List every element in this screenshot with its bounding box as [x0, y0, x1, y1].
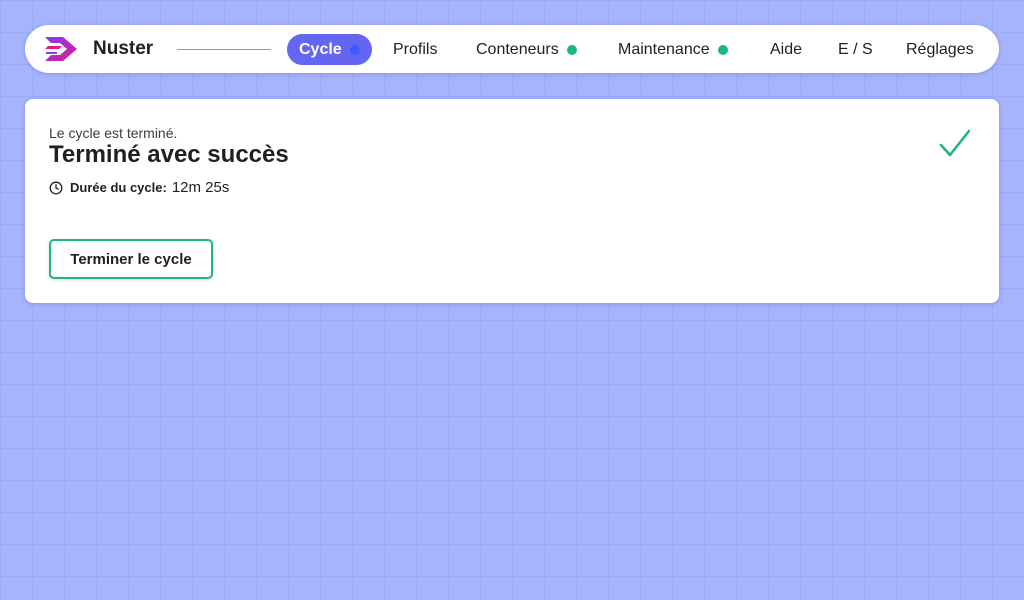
- check-icon: [939, 129, 971, 157]
- status-dot-icon: [566, 44, 577, 55]
- duration-label: Durée du cycle:: [70, 180, 167, 195]
- tab-label: Profils: [393, 40, 438, 58]
- tab-label: Aide: [770, 40, 803, 58]
- cycle-result-card: Le cycle est terminé. Terminé avec succè…: [25, 99, 999, 303]
- tab-label: Conteneurs: [476, 40, 559, 58]
- status-dot-icon: [349, 44, 360, 55]
- tab-profils[interactable]: Profils: [381, 34, 449, 65]
- tab-maintenance[interactable]: Maintenance: [606, 34, 740, 65]
- tab-aide[interactable]: Aide: [758, 34, 814, 65]
- cycle-duration: Durée du cycle: 12m 25s: [49, 179, 229, 196]
- top-nav: Nuster Cycle Profils Conteneurs Maintena…: [25, 25, 999, 73]
- tab-label: Maintenance: [618, 40, 710, 58]
- tab-es[interactable]: E / S: [826, 34, 885, 65]
- finish-cycle-button[interactable]: Terminer le cycle: [49, 239, 213, 279]
- nuster-logo-icon[interactable]: [43, 35, 79, 63]
- tab-reglages[interactable]: Réglages: [894, 34, 986, 65]
- brand-name: Nuster: [93, 38, 154, 59]
- tab-conteneurs[interactable]: Conteneurs: [464, 34, 589, 65]
- brand-divider: [177, 49, 271, 50]
- tab-label: Réglages: [906, 40, 974, 58]
- cycle-subtitle: Le cycle est terminé.: [49, 125, 178, 141]
- tab-label: Cycle: [299, 40, 342, 58]
- tab-cycle[interactable]: Cycle: [287, 34, 372, 65]
- tab-label: E / S: [838, 40, 873, 58]
- clock-icon: [49, 181, 63, 194]
- status-dot-icon: [717, 44, 728, 55]
- duration-value: 12m 25s: [171, 179, 230, 196]
- cycle-title: Terminé avec succès: [49, 141, 289, 168]
